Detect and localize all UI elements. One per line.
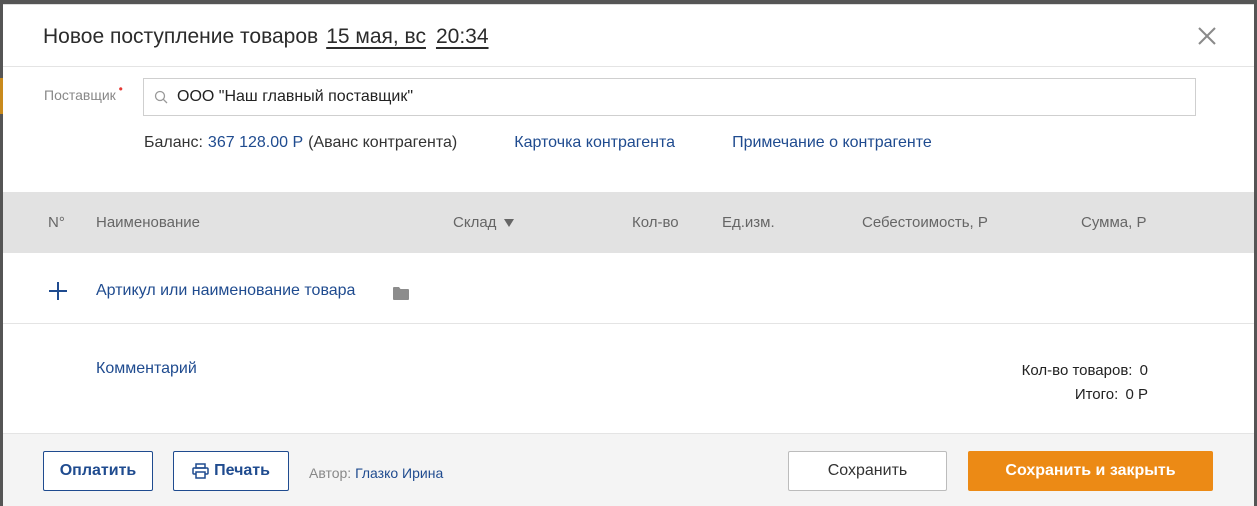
total-value: 0 Р [1125,386,1148,403]
col-warehouse[interactable]: Склад [453,214,514,231]
save-button[interactable]: Сохранить [788,451,947,491]
search-icon [154,90,168,104]
save-and-close-button[interactable]: Сохранить и закрыть [968,451,1213,491]
col-sum: Сумма, Р [1081,214,1147,231]
plus-icon[interactable] [47,280,69,302]
author-info: Автор: Глазко Ирина [309,465,443,481]
balance-value[interactable]: 367 128.00 Р [208,134,303,152]
items-table-header: N° Наименование Склад Кол-во Ед.изм. Себ… [3,192,1254,253]
print-button[interactable]: Печать [173,451,289,491]
items-count-label: Кол-во товаров: [1021,362,1133,379]
supplier-label-text: Поставщик [44,87,116,103]
supplier-search-field[interactable] [143,78,1196,116]
total-label: Итого: [1074,386,1119,403]
required-mark: • [118,82,123,96]
total-amount: Итого: 0 Р [1022,383,1148,407]
author-label: Автор: [309,465,352,481]
close-icon[interactable] [1196,25,1218,47]
items-count-value: 0 [1139,362,1148,379]
dialog-header: Новое поступление товаров 15 мая, вс 20:… [43,25,489,49]
totals-block: Кол-во товаров: 0 Итого: 0 Р [1022,359,1148,407]
dialog-footer: Оплатить Печать Автор: Глазко Ирина Сохр… [3,433,1254,506]
print-button-label: Печать [214,462,270,479]
supplier-label: Поставщик • [44,82,123,103]
time-picker[interactable]: 20:34 [436,25,489,49]
printer-icon [192,463,209,479]
col-num: N° [48,214,65,231]
rows-divider [3,323,1254,324]
supplier-input[interactable] [177,88,1177,106]
balance-note: (Аванс контрагента) [308,134,458,151]
dialog-title: Новое поступление товаров [43,25,319,48]
balance-label: Баланс: [144,134,203,151]
add-item-link[interactable]: Артикул или наименование товара [96,282,355,300]
col-name: Наименование [96,214,200,231]
counterparty-note-link[interactable]: Примечание о контрагенте [732,134,932,152]
purchase-dialog: Новое поступление товаров 15 мая, вс 20:… [3,4,1254,506]
sort-down-icon [503,219,514,227]
folder-icon[interactable] [393,286,409,300]
col-qty: Кол-во [632,214,679,231]
items-count: Кол-во товаров: 0 [1022,359,1148,383]
pay-button[interactable]: Оплатить [43,451,153,491]
counterparty-card-link[interactable]: Карточка контрагента [514,134,675,152]
header-divider [3,66,1254,67]
col-cost: Себестоимость, Р [862,214,988,231]
author-name[interactable]: Глазко Ирина [355,465,443,481]
supplier-balance-row: Баланс: 367 128.00 Р (Аванс контрагента)… [144,134,932,152]
add-item-row: Артикул или наименование товара [3,255,1254,323]
col-warehouse-label: Склад [453,214,497,231]
col-unit: Ед.изм. [722,214,775,231]
date-picker[interactable]: 15 мая, вс [326,25,426,49]
comment-link[interactable]: Комментарий [96,360,197,378]
